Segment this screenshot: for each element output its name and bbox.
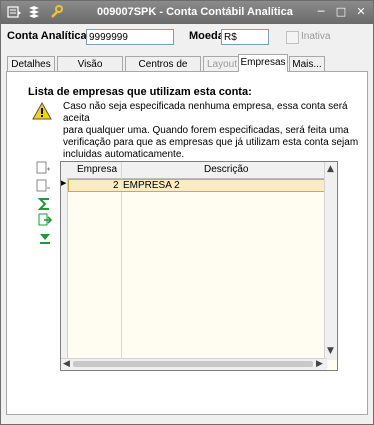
tab-centros-de-custo[interactable]: Centros de custo (125, 56, 201, 85)
tab-layout[interactable]: Layout (203, 56, 241, 71)
minimize-icon[interactable]: ─ (313, 5, 329, 19)
table-row[interactable]: 2 EMPRESA 2 (68, 179, 325, 192)
conta-label: Conta Analítica: (7, 30, 91, 42)
layers-icon[interactable] (27, 5, 41, 19)
sum-icon[interactable] (37, 197, 52, 211)
tab-detalhes[interactable]: Detalhes (7, 56, 55, 71)
tab-visao-contabil[interactable]: Visão Contábil (57, 56, 123, 85)
inativa-checkbox[interactable] (286, 31, 299, 44)
scroll-left-icon[interactable]: ◀ (63, 359, 70, 369)
tab-empresas[interactable]: Empresas (238, 54, 288, 72)
filter-down-icon[interactable] (38, 231, 52, 245)
empresas-grid[interactable]: Empresa Descrição ▶ 2 EMPRESA 2 ▲ ▼ ◀ ▶ (60, 161, 338, 371)
app-menu-icon[interactable] (7, 5, 21, 19)
info-text: Caso não seja especificada nenhuma empre… (63, 101, 363, 161)
add-row-icon[interactable] (36, 161, 50, 175)
delete-row-icon[interactable] (36, 179, 50, 193)
horizontal-scrollbar[interactable]: ◀ ▶ (61, 358, 327, 370)
cell-descricao[interactable]: EMPRESA 2 (123, 180, 180, 191)
wrench-icon[interactable] (49, 5, 63, 19)
window-title: 009007SPK - Conta Contábil Analítica (97, 6, 293, 18)
info-line: para qualquer uma. Quando forem especifi… (63, 125, 349, 136)
scroll-thumb[interactable] (73, 361, 313, 367)
window: 009007SPK - Conta Contábil Analítica ─ □… (0, 0, 374, 425)
grid-header: Empresa Descrição (61, 162, 327, 179)
section-title: Lista de empresas que utilizam esta cont… (28, 86, 252, 98)
vertical-scrollbar[interactable]: ▲ ▼ (324, 162, 337, 360)
column-header-empresa[interactable]: Empresa (77, 164, 117, 175)
tab-mais[interactable]: Mais... (289, 56, 325, 71)
close-icon[interactable]: ✕ (353, 5, 369, 19)
info-line: incluidas automaticamente. (63, 149, 185, 160)
export-icon[interactable] (38, 213, 53, 227)
scroll-up-icon[interactable]: ▲ (327, 164, 334, 174)
cell-empresa[interactable]: 2 (113, 180, 119, 191)
info-line: Caso não seja especificada nenhuma empre… (63, 101, 348, 124)
conta-input[interactable]: 9999999 (86, 29, 174, 45)
maximize-icon[interactable]: □ (333, 5, 349, 19)
inativa-label: Inativa (301, 31, 331, 42)
row-indicator-column: ▶ (61, 178, 68, 368)
warning-icon (32, 101, 52, 120)
moeda-input[interactable]: R$ (221, 29, 269, 45)
scroll-down-icon[interactable]: ▼ (327, 346, 334, 356)
tab-strip: Detalhes Visão Contábil Centros de custo… (7, 54, 369, 85)
header-fields: Conta Analítica: 9999999 Moeda: R$ Inati… (1, 24, 373, 52)
current-row-icon: ▶ (61, 180, 67, 187)
title-bar[interactable]: 009007SPK - Conta Contábil Analítica ─ □… (1, 1, 373, 24)
scroll-right-icon[interactable]: ▶ (316, 359, 323, 369)
column-header-descricao[interactable]: Descrição (204, 164, 248, 175)
info-line: verificação para que as empresas que já … (63, 137, 359, 148)
